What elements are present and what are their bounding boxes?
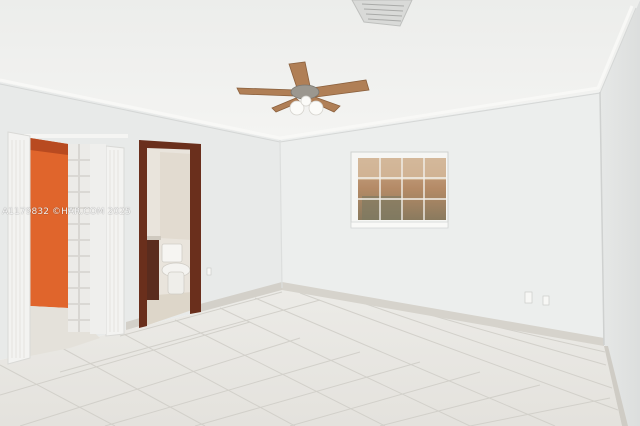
wall-outlet-back-2 <box>542 295 550 306</box>
bathroom-vanity <box>145 238 159 300</box>
wall-outlet-left <box>206 267 212 276</box>
closet-door-left <box>7 131 31 365</box>
bathroom-doorway <box>139 140 201 328</box>
fan-light-globe-3 <box>300 95 312 107</box>
wall-outlet-back-1 <box>524 291 533 304</box>
closet-interior-wall <box>30 138 68 308</box>
closet-door-right <box>105 145 125 337</box>
room-photo: A1179832 ©HAR.COM 2025 <box>0 0 640 426</box>
toilet-tank <box>161 243 183 263</box>
fan-light-globe-2 <box>308 100 324 116</box>
closet <box>7 131 128 365</box>
watermark: A1179832 ©HAR.COM 2025 <box>2 207 131 217</box>
bathroom-door-frame-left <box>139 140 147 328</box>
closet-frame <box>24 134 128 138</box>
window <box>350 151 449 229</box>
bathroom-door-frame-right <box>190 144 201 314</box>
bathroom-tile-wall <box>160 152 192 240</box>
window-sill <box>350 221 449 229</box>
